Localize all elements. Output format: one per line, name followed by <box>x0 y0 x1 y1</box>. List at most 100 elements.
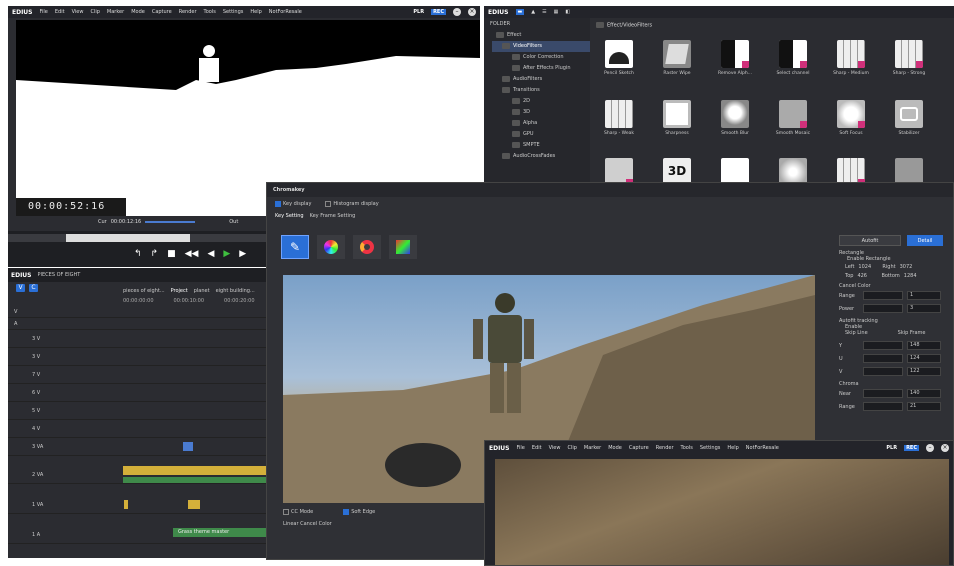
effect-tile[interactable]: Raster Wipe <box>650 40 704 90</box>
range2-field[interactable]: 21 <box>907 402 941 411</box>
cc-mode-checkbox[interactable] <box>283 509 289 515</box>
effect-tile[interactable]: Sharp - Strong <box>882 40 936 90</box>
near-slider[interactable] <box>863 389 903 398</box>
tab-sequence-1[interactable]: pieces of eight... <box>123 288 165 294</box>
menu-view[interactable]: View <box>549 445 561 451</box>
u-slider[interactable] <box>863 354 903 363</box>
menu-tools[interactable]: Tools <box>681 445 693 451</box>
menu-marker[interactable]: Marker <box>584 445 601 451</box>
grid-icon[interactable]: ▦ <box>554 9 559 15</box>
effect-tile[interactable]: Select channel <box>766 40 820 90</box>
near-field[interactable]: 140 <box>907 389 941 398</box>
minimize-icon[interactable]: – <box>926 444 934 452</box>
up-icon[interactable]: ▲ <box>531 9 535 15</box>
menu-marker[interactable]: Marker <box>107 9 124 15</box>
timeline-clip[interactable] <box>183 442 193 451</box>
menu-mode[interactable]: Mode <box>608 445 622 451</box>
left-value[interactable]: 1024 <box>858 264 878 270</box>
soft-edge-checkbox[interactable] <box>343 509 350 515</box>
range-slider[interactable] <box>863 291 903 300</box>
sync-icon[interactable]: C <box>29 284 38 292</box>
power-field[interactable]: 3 <box>907 304 941 313</box>
effect-tile[interactable]: Sharp - Medium <box>824 40 878 90</box>
y-slider[interactable] <box>863 341 903 350</box>
tree-item[interactable]: AudioCrossFades <box>492 151 590 162</box>
effect-tile[interactable]: Sharpness <box>650 100 704 150</box>
enable-rectangle-label[interactable]: Enable Rectangle <box>839 256 951 262</box>
folder-icon[interactable]: ▬ <box>515 9 525 15</box>
effect-tile[interactable]: Remove Alph... <box>708 40 762 90</box>
v-slider[interactable] <box>863 367 903 376</box>
color-wheel-icon[interactable] <box>317 235 345 259</box>
timeline-clip[interactable] <box>124 500 128 509</box>
menu-file[interactable]: File <box>40 9 48 15</box>
prev-clip-icon[interactable]: ↰ <box>134 249 142 259</box>
eyedropper-icon[interactable]: ✎ <box>281 235 309 259</box>
menu-edit[interactable]: Edit <box>532 445 542 451</box>
track-icon[interactable]: V <box>16 284 25 292</box>
rec-label[interactable]: REC <box>431 9 446 15</box>
menu-edit[interactable]: Edit <box>55 9 65 15</box>
menu-help[interactable]: Help <box>250 9 261 15</box>
tab-building[interactable]: eight building... <box>216 288 255 294</box>
minimize-icon[interactable]: – <box>453 8 461 16</box>
menu-mode[interactable]: Mode <box>131 9 145 15</box>
step-forward-icon[interactable]: ▶ <box>239 249 246 259</box>
tree-item[interactable]: VideoFilters <box>492 41 590 52</box>
menu-settings[interactable]: Settings <box>223 9 244 15</box>
tree-item[interactable]: 3D <box>492 107 590 118</box>
u-field[interactable]: 124 <box>907 354 941 363</box>
effect-tile[interactable]: Smooth Blur <box>708 100 762 150</box>
color-square-icon[interactable] <box>389 235 417 259</box>
menu-render[interactable]: Render <box>656 445 674 451</box>
stop-icon[interactable]: ■ <box>167 249 176 259</box>
tab-key-setting[interactable]: Key Setting <box>275 213 304 219</box>
plr-label[interactable]: PLR <box>886 445 897 451</box>
timeline-clip[interactable]: Grass theme master <box>173 528 270 537</box>
list-icon[interactable]: ☰ <box>542 9 546 15</box>
timeline-clip[interactable] <box>123 466 270 475</box>
power-slider[interactable] <box>863 304 903 313</box>
tree-item[interactable]: Transitions <box>492 85 590 96</box>
timeline-clip[interactable] <box>188 500 200 509</box>
range2-slider[interactable] <box>863 402 903 411</box>
range-field[interactable]: 1 <box>907 291 941 300</box>
tab-project[interactable]: Project <box>171 288 188 294</box>
timeline-clip[interactable] <box>123 477 270 483</box>
skip-frame-label[interactable]: Skip Frame <box>898 330 926 336</box>
close-icon[interactable]: × <box>468 8 476 16</box>
tree-item[interactable]: Effect <box>492 30 590 41</box>
menu-help[interactable]: Help <box>727 445 738 451</box>
y-field[interactable]: 148 <box>907 341 941 350</box>
menu-capture[interactable]: Capture <box>152 9 172 15</box>
autofit-button[interactable]: Autofit <box>839 235 901 246</box>
menu-clip[interactable]: Clip <box>90 9 99 15</box>
next-clip-icon[interactable]: ↱ <box>151 249 159 259</box>
tree-item[interactable]: AudioFilters <box>492 74 590 85</box>
rec-label[interactable]: REC <box>904 445 919 451</box>
skip-line-label[interactable]: Skip Line <box>845 330 868 336</box>
pin-icon[interactable]: ◧ <box>565 9 570 15</box>
play-icon[interactable]: ▶ <box>223 249 230 259</box>
tree-item[interactable]: SMPTE <box>492 140 590 151</box>
effect-tile[interactable]: Soft Focus <box>824 100 878 150</box>
menu-view[interactable]: View <box>72 9 84 15</box>
menu-settings[interactable]: Settings <box>700 445 721 451</box>
v-field[interactable]: 122 <box>907 367 941 376</box>
menu-capture[interactable]: Capture <box>629 445 649 451</box>
top-value[interactable]: 426 <box>857 273 877 279</box>
right-value[interactable]: 3072 <box>900 264 913 270</box>
key-display-checkbox[interactable] <box>275 200 281 207</box>
detail-button[interactable]: Detail <box>907 235 943 246</box>
effect-tile[interactable]: Sharp - Weak <box>592 100 646 150</box>
tree-item[interactable]: Color Correction <box>492 52 590 63</box>
menu-file[interactable]: File <box>517 445 525 451</box>
tree-item[interactable]: GPU <box>492 129 590 140</box>
histogram-display-checkbox[interactable] <box>325 200 332 207</box>
close-icon[interactable]: × <box>941 444 949 452</box>
effect-tile[interactable]: Pencil Sketch <box>592 40 646 90</box>
effect-tile[interactable]: Stabilizer <box>882 100 936 150</box>
step-back-icon[interactable]: ◀ <box>207 249 214 259</box>
rewind-icon[interactable]: ◀◀ <box>185 249 199 259</box>
scrub-bar[interactable] <box>8 234 270 242</box>
